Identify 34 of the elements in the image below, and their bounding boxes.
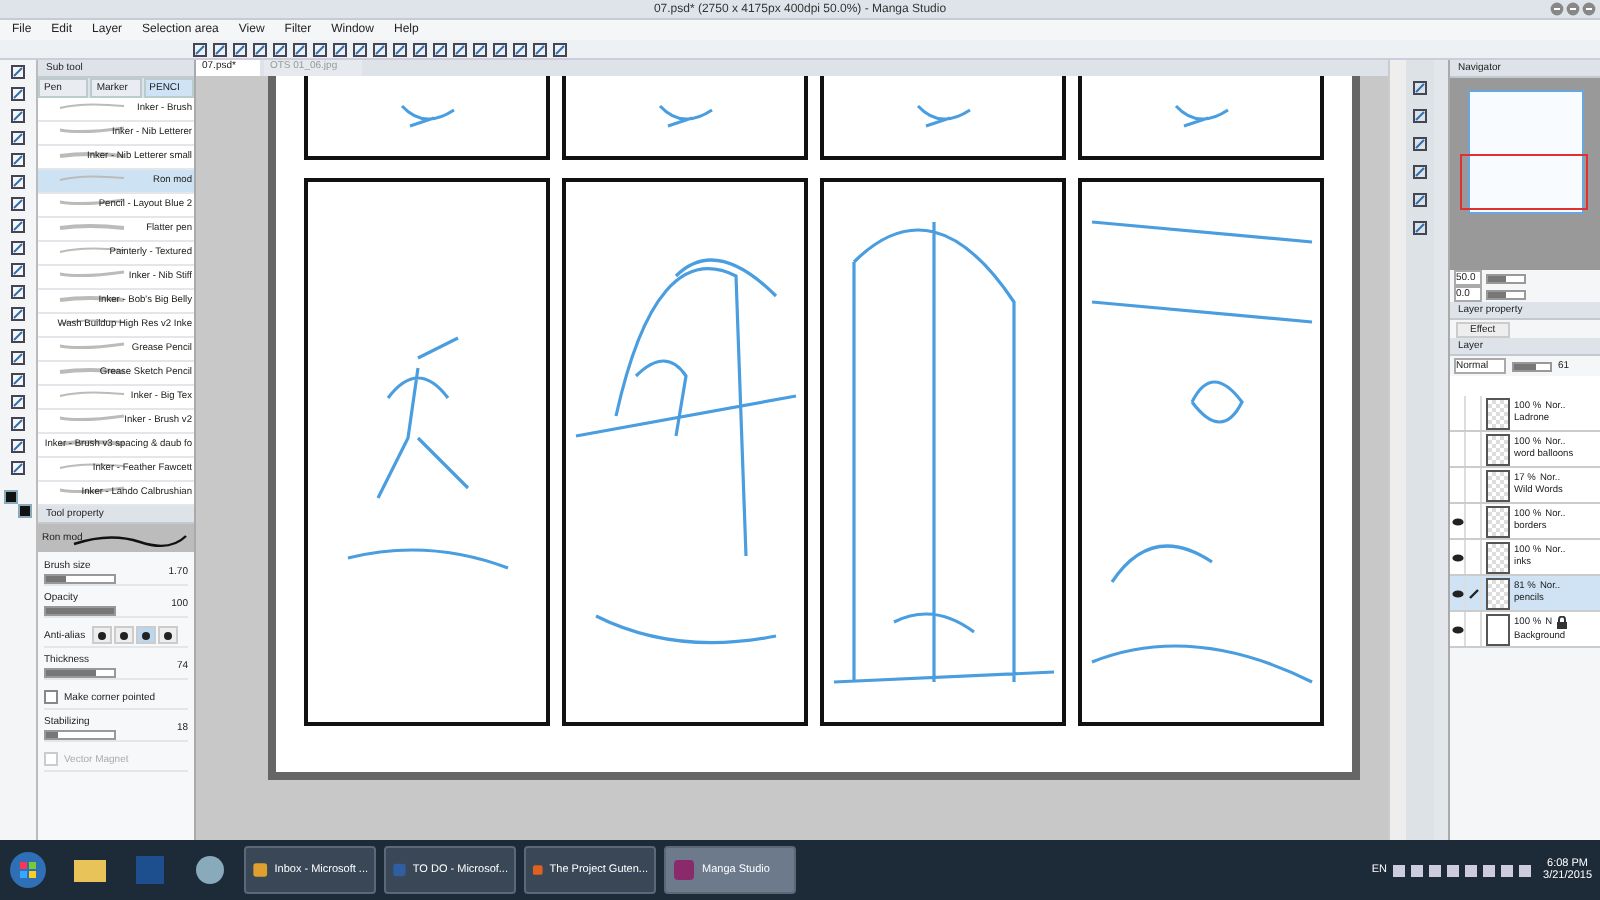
anti-alias-option[interactable] bbox=[91, 626, 112, 644]
anti-alias-option[interactable] bbox=[135, 626, 156, 644]
anti-alias-option[interactable] bbox=[113, 626, 134, 644]
lock-icon[interactable] bbox=[1556, 616, 1569, 630]
checkbox[interactable] bbox=[44, 690, 58, 704]
layer-thumbnail bbox=[1486, 433, 1510, 465]
zoom-slider[interactable] bbox=[1486, 273, 1526, 283]
start-icon[interactable] bbox=[8, 850, 48, 890]
slider-track[interactable] bbox=[44, 668, 116, 678]
layer-thumbnail bbox=[1486, 505, 1510, 537]
eye-icon[interactable] bbox=[1451, 553, 1463, 561]
opacity-slider[interactable] bbox=[1512, 361, 1552, 371]
minimize-icon[interactable] bbox=[1550, 2, 1564, 16]
slider-track[interactable] bbox=[44, 574, 116, 584]
view-frame[interactable] bbox=[1460, 154, 1588, 210]
slider-track[interactable] bbox=[44, 730, 116, 740]
sketch-drawing bbox=[915, 104, 971, 128]
scrollbar[interactable] bbox=[1388, 60, 1406, 840]
foreground-color-swatch[interactable] bbox=[4, 490, 18, 504]
rotation-slider[interactable] bbox=[1486, 289, 1526, 299]
page-thumbnail bbox=[1467, 90, 1583, 214]
layer-thumbnail bbox=[1486, 577, 1510, 609]
eye-icon[interactable] bbox=[1451, 589, 1463, 597]
layer-thumbnail bbox=[1486, 541, 1510, 573]
sketch-drawing bbox=[1173, 104, 1229, 128]
anti-alias-option[interactable] bbox=[157, 626, 178, 644]
background-color-swatch[interactable] bbox=[18, 504, 32, 518]
eye-icon[interactable] bbox=[1451, 517, 1463, 525]
sketch-drawing bbox=[399, 104, 455, 128]
sketch-drawing bbox=[657, 104, 713, 128]
maximize-icon[interactable] bbox=[1566, 2, 1580, 16]
layer-thumbnail bbox=[1486, 397, 1510, 429]
layer-thumbnail bbox=[1486, 469, 1510, 501]
eye-icon[interactable] bbox=[1451, 625, 1463, 633]
